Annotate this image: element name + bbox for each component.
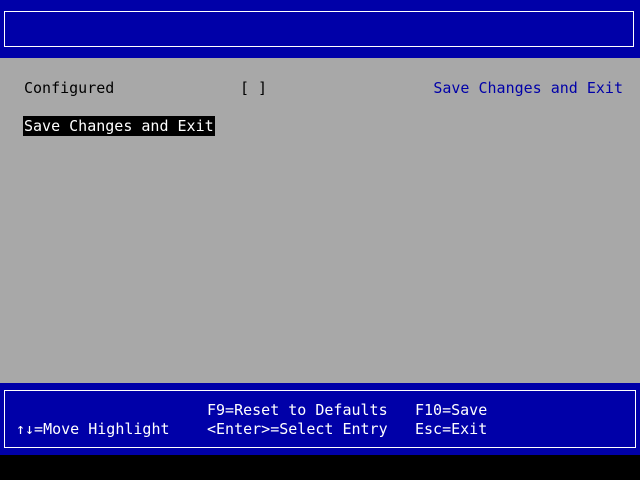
bottom-border <box>0 455 640 480</box>
page-title <box>5 12 633 46</box>
item-help-text: Save Changes and Exit <box>433 79 623 97</box>
key-help-bar: ↑↓=Move Highlight F9=Reset to Defaults <… <box>0 383 640 455</box>
exit-hint: Esc=Exit <box>415 420 488 438</box>
configured-checkbox[interactable]: [ ] <box>240 78 267 98</box>
move-highlight-hint: ↑↓=Move Highlight <box>16 420 170 438</box>
save-changes-and-exit-option[interactable]: Save Changes and Exit <box>23 116 215 136</box>
reset-defaults-hint: F9=Reset to Defaults <box>207 401 388 419</box>
save-hint: F10=Save <box>415 401 488 419</box>
configured-row: Configured [ ] Save Changes and Exit <box>0 78 640 98</box>
key-help-frame: ↑↓=Move Highlight F9=Reset to Defaults <… <box>4 390 636 448</box>
bios-setup-screen: Configured [ ] Save Changes and Exit Sav… <box>0 0 640 480</box>
title-bar <box>0 0 640 58</box>
select-entry-hint: <Enter>=Select Entry <box>207 420 388 438</box>
settings-panel: Configured [ ] Save Changes and Exit Sav… <box>0 58 640 383</box>
title-frame <box>4 11 634 47</box>
configured-label: Configured <box>24 79 115 97</box>
